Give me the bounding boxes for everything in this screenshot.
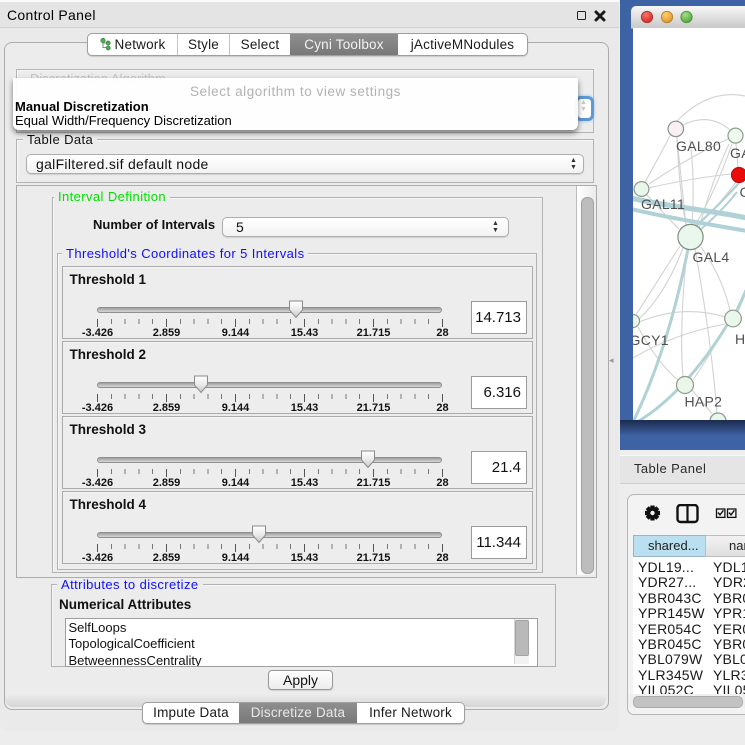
svg-text:GAL4: GAL4 xyxy=(693,249,730,265)
svg-text:C: C xyxy=(740,184,745,200)
svg-text:GCY1: GCY1 xyxy=(633,332,669,348)
svg-text:GAL80: GAL80 xyxy=(676,138,721,154)
svg-text:HAP2: HAP2 xyxy=(685,394,723,410)
svg-text:GA: GA xyxy=(730,145,745,161)
svg-text:H: H xyxy=(735,331,745,347)
svg-text:GAL11: GAL11 xyxy=(641,196,685,212)
